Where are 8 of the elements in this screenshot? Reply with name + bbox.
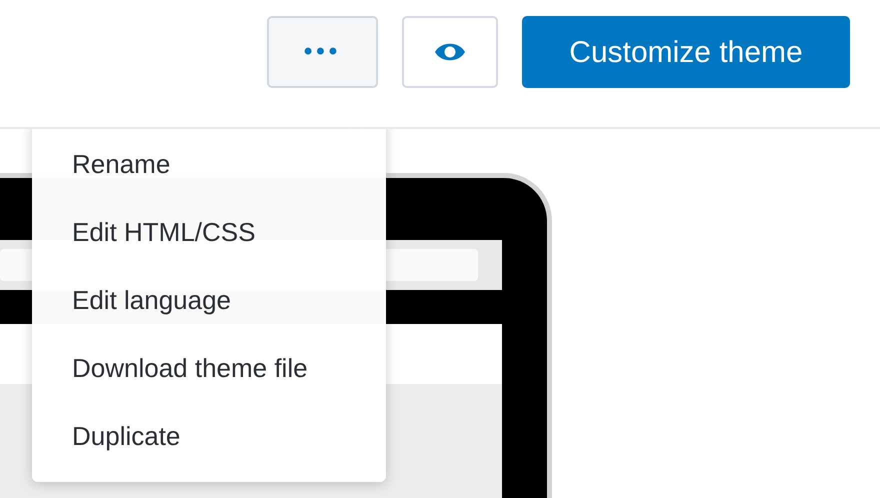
menu-item[interactable]: Download theme file	[32, 334, 386, 402]
customize-theme-button[interactable]: Customize theme	[522, 16, 850, 88]
more-button[interactable]: •••	[267, 16, 378, 88]
menu-item[interactable]: Rename	[32, 130, 386, 198]
menu-item[interactable]: Edit HTML/CSS	[32, 198, 386, 266]
preview-button[interactable]	[402, 16, 498, 88]
eye-icon	[434, 41, 466, 63]
menu-item[interactable]: Edit language	[32, 266, 386, 334]
